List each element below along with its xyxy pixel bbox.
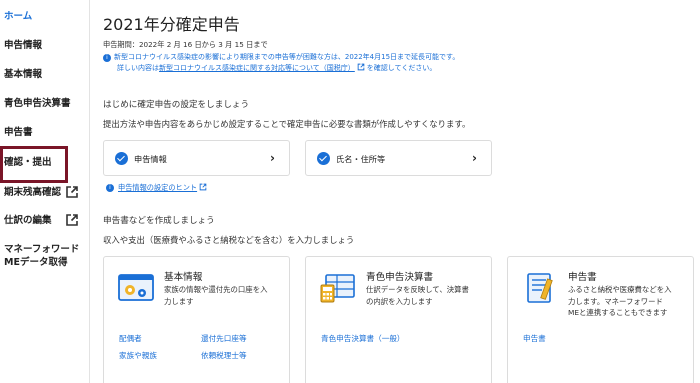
sidebar-item-label: 仕訳の編集 [4, 215, 52, 226]
link-spouse[interactable]: 配偶者 [119, 333, 142, 344]
highlight-box [0, 146, 68, 183]
sidebar-item-label: マネーフォワード [4, 244, 80, 255]
setup-heading: はじめに確定申告の設定をしましょう [103, 100, 250, 110]
create-heading: 申告書などを作成しましょう [103, 216, 215, 226]
card-title: 青色申告決算書 [366, 272, 434, 283]
filing-period: 申告期間：2022年 2 月 16 日から 3 月 15 日まで [103, 40, 268, 49]
sidebar-item-blue-return[interactable]: 青色申告決算書 [0, 97, 89, 110]
setup-card-name-address[interactable]: 氏名・住所等 › [305, 140, 492, 176]
check-circle-icon [317, 152, 330, 165]
external-link-icon [66, 186, 78, 198]
setup-card-label: 申告情報 [134, 154, 167, 164]
setup-card-label: 氏名・住所等 [336, 154, 386, 164]
card-return-form: 申告書 ふるさと納税や医療費などを入 力します。マネーフォワード MEと連携する… [507, 256, 694, 383]
settings-window-icon [118, 274, 154, 301]
sidebar-item-declaration-info[interactable]: 申告情報 [0, 39, 89, 52]
sidebar-item-label: MEデータ取得 [4, 257, 68, 268]
sidebar-item-home[interactable]: ホーム [0, 10, 89, 23]
spreadsheet-calculator-icon [320, 274, 355, 303]
card-title: 申告書 [568, 272, 597, 283]
card-desc-line: 仕訳データを反映して、決算書 [366, 285, 469, 294]
setup-hint-link[interactable]: 申告情報の設定のヒント [118, 183, 207, 193]
hint-link-text: 申告情報の設定のヒント [118, 183, 198, 192]
card-description: 家族の情報や還付先の口座を入 力します [164, 284, 267, 307]
link-family[interactable]: 家族や親族 [119, 350, 157, 361]
card-desc-line: 力します [164, 296, 194, 306]
notice-text: 新型コロナウイルス感染症の影響により期限までの申告等が困難な方は、2022年4月… [114, 53, 460, 61]
external-link-icon [357, 63, 365, 71]
main-content: 2021年分確定申告 申告期間：2022年 2 月 16 日から 3 月 15 … [90, 0, 700, 383]
covid-notice: i 新型コロナウイルス感染症の影響により期限までの申告等が困難な方は、2022年4… [103, 52, 700, 74]
card-desc-line: の内訳を入力します [366, 296, 433, 306]
card-basic-info: 基本情報 家族の情報や還付先の口座を入 力します 配偶者 還付先口座等 家族や親… [103, 256, 290, 383]
external-link-icon [66, 214, 78, 226]
info-icon: i [106, 184, 114, 192]
card-blue-return: 青色申告決算書 仕訳データを反映して、決算書 の内訳を入力します 青色申告決算書… [305, 256, 492, 383]
sidebar-item-label: 期末残高確認 [4, 187, 62, 198]
create-subtext: 収入や支出（医療費やふるさと納税などを含む）を入力しましょう [103, 235, 355, 245]
sidebar-item-return-form[interactable]: 申告書 [0, 126, 89, 139]
chevron-right-icon: › [472, 151, 477, 165]
card-desc-line: 力します。マネーフォワード [568, 296, 663, 306]
link-blue-return-general[interactable]: 青色申告決算書（一般） [321, 333, 405, 344]
info-icon: i [103, 54, 111, 62]
check-circle-icon [115, 152, 128, 165]
sidebar-item-mf-data[interactable]: マネーフォワード MEデータ取得 [0, 243, 89, 269]
card-desc-line: MEと連携することもできます [568, 308, 668, 317]
card-description: 仕訳データを反映して、決算書 の内訳を入力します [366, 284, 469, 307]
covid-info-link[interactable]: 新型コロナウイルス感染症に関する対応等について（国税庁） [159, 64, 355, 72]
card-desc-line: ふるさと納税や医療費などを入 [568, 285, 672, 294]
card-desc-line: 家族の情報や還付先の口座を入 [164, 285, 268, 294]
external-link-icon [199, 183, 207, 191]
setup-card-declaration-info[interactable]: 申告情報 › [103, 140, 290, 176]
sidebar: ホーム 申告情報 基本情報 青色申告決算書 申告書 確認・提出 期末残高確認 仕… [0, 0, 90, 383]
page-title: 2021年分確定申告 [103, 15, 240, 34]
setup-subtext: 提出方法や申告内容をあらかじめ設定することで確定申告に必要な書類が作成しやすくな… [103, 119, 471, 129]
card-description: ふるさと納税や医療費などを入 力します。マネーフォワード MEと連携することもで… [568, 284, 671, 319]
link-return-form[interactable]: 申告書 [523, 333, 546, 344]
notice-text: を確認してください。 [366, 64, 437, 72]
notice-text: 詳しい内容は [117, 64, 159, 72]
link-tax-accountant[interactable]: 依頼税理士等 [201, 350, 247, 361]
sidebar-item-journal-edit[interactable]: 仕訳の編集 [0, 214, 89, 227]
card-title: 基本情報 [164, 272, 203, 283]
chevron-right-icon: › [270, 151, 275, 165]
sidebar-item-balance-check[interactable]: 期末残高確認 [0, 186, 89, 199]
sidebar-item-basic-info[interactable]: 基本情報 [0, 68, 89, 81]
link-refund-account[interactable]: 還付先口座等 [201, 333, 247, 344]
document-pencil-icon [527, 273, 553, 303]
